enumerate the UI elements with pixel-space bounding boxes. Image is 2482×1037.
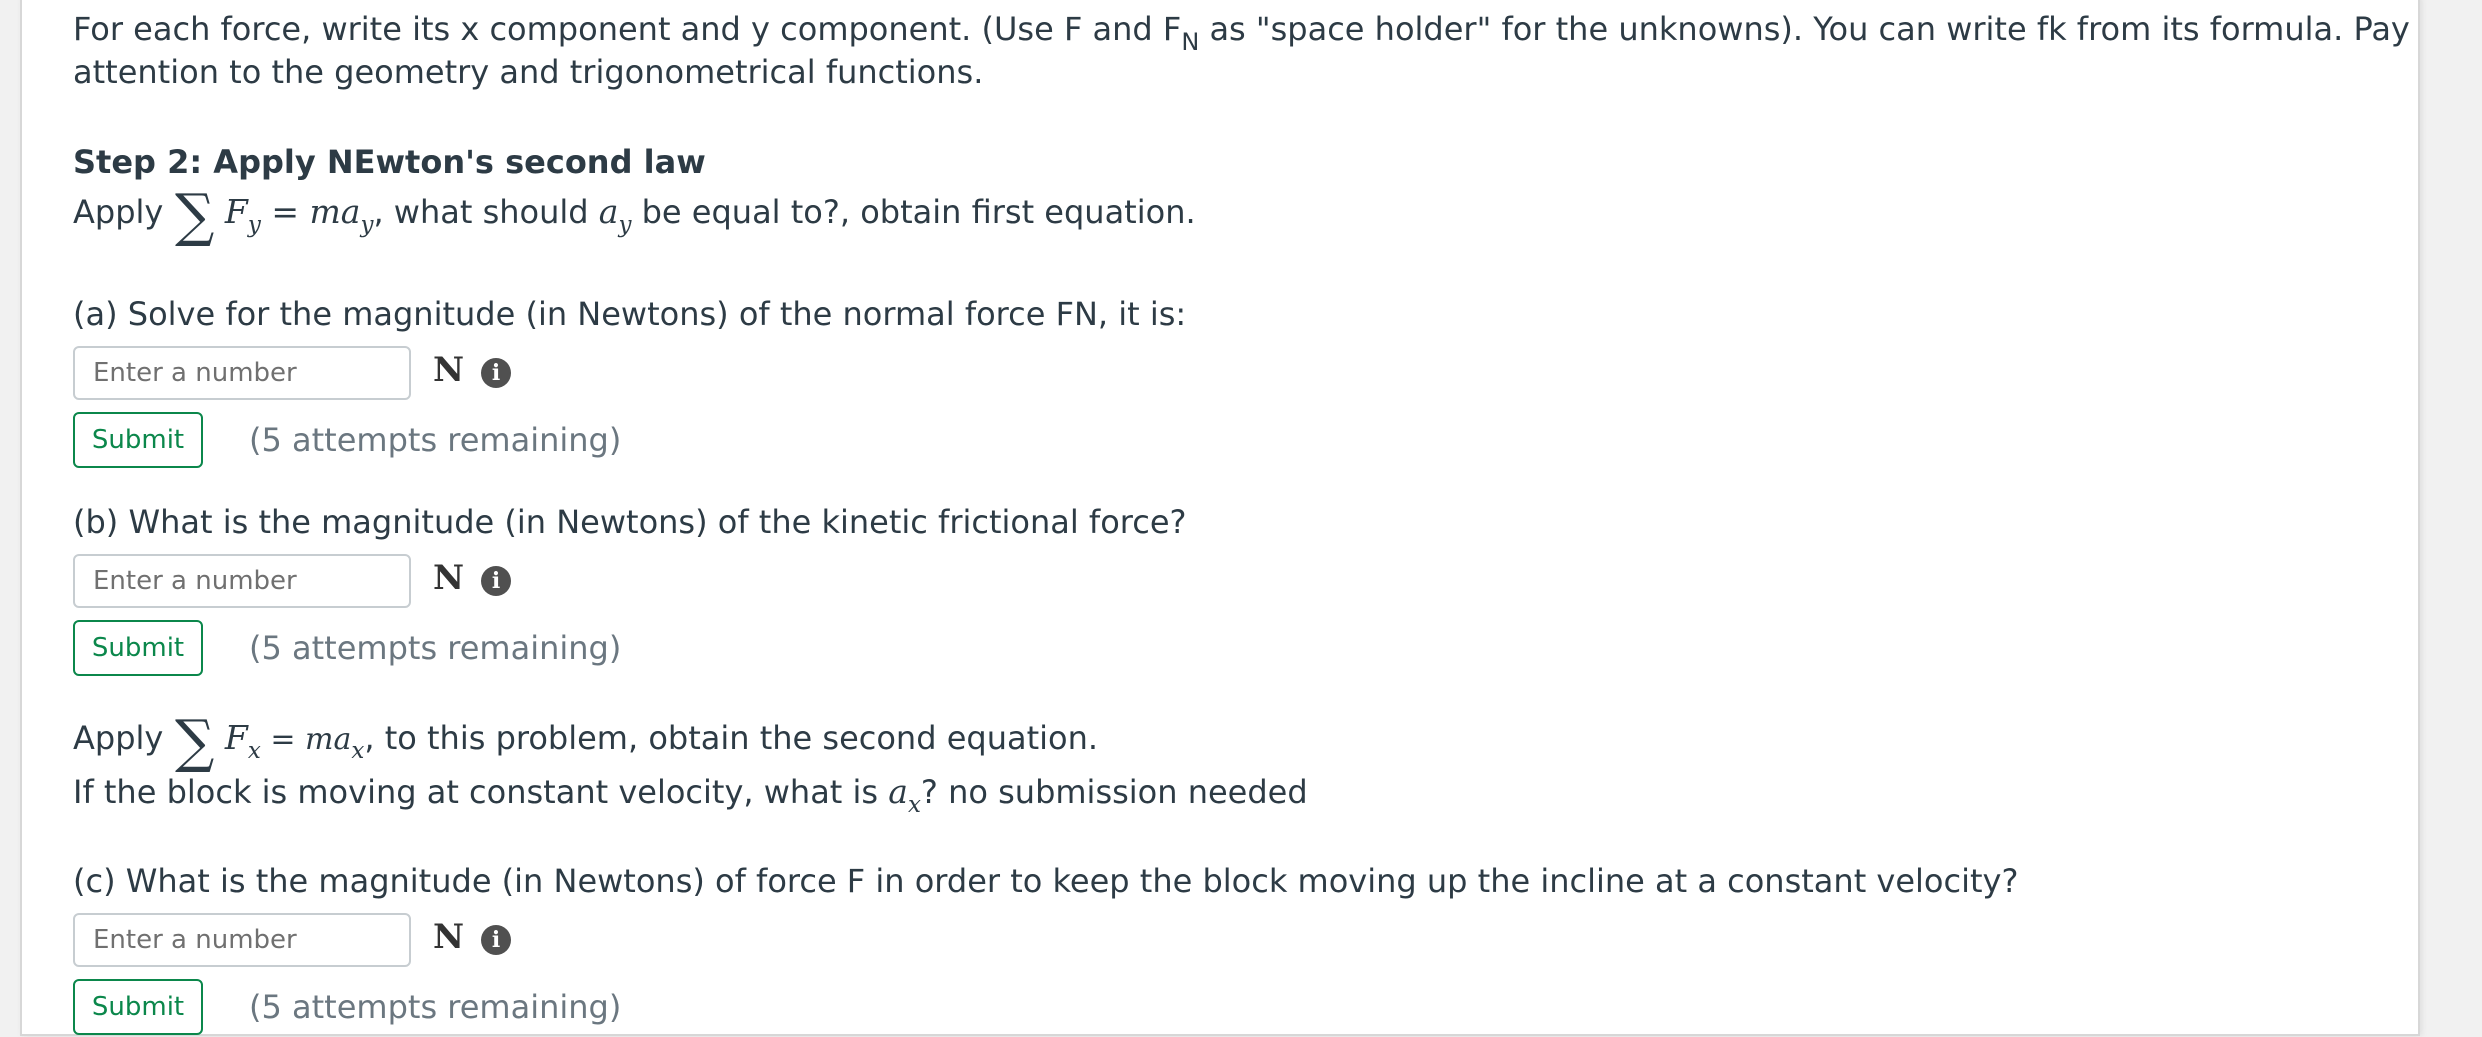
- part-b-answer-row: N i: [73, 554, 773, 612]
- apply-word: Apply: [73, 193, 164, 231]
- part-c-submit-button[interactable]: Submit: [73, 979, 203, 1035]
- question-card: For each force, write its x component an…: [20, 0, 2420, 1036]
- part-a-attempts: (5 attempts remaining): [249, 421, 622, 459]
- constant-velocity-text: If the block is moving at constant veloc…: [73, 773, 889, 811]
- x-equation-tail: , to this problem, obtain the second equ…: [364, 719, 1099, 757]
- intro-text-a: For each force, write its x component an…: [73, 10, 1182, 48]
- part-b-answer-input[interactable]: [73, 554, 411, 608]
- part-b-attempts: (5 attempts remaining): [249, 629, 622, 667]
- info-icon[interactable]: i: [481, 566, 511, 596]
- part-b-submit-row: Submit (5 attempts remaining): [73, 620, 773, 678]
- x-equation-line: Apply ∑ Fx = max, to this problem, obtain…: [73, 707, 1099, 775]
- no-submission-text: ? no submission needed: [920, 773, 1308, 811]
- part-c-unit: N: [433, 917, 465, 957]
- part-a-question: (a) Solve for the magnitude (in Newtons)…: [73, 295, 1187, 333]
- part-a-answer-input[interactable]: [73, 346, 411, 400]
- part-c-answer-input[interactable]: [73, 913, 411, 967]
- part-c-submit-row: Submit (5 attempts remaining): [73, 979, 773, 1037]
- part-a-answer-row: N i: [73, 346, 773, 404]
- info-icon[interactable]: i: [481, 925, 511, 955]
- part-a-unit: N: [433, 350, 465, 390]
- part-c-attempts: (5 attempts remaining): [249, 988, 622, 1026]
- apply-word: Apply: [73, 719, 164, 757]
- step2-text-tail: be equal to?, obtain first equation.: [631, 193, 1196, 231]
- step2-text-mid: , what should: [373, 193, 599, 231]
- intro-subscript: N: [1181, 28, 1200, 56]
- variable-ay: ay: [598, 192, 632, 238]
- equation-x: Fx = max: [224, 718, 365, 764]
- part-c-answer-row: N i: [73, 913, 773, 971]
- intro-line-2: attention to the geometry and trigonomet…: [73, 53, 984, 91]
- part-b-question: (b) What is the magnitude (in Newtons) o…: [73, 503, 1187, 541]
- part-c-question: (c) What is the magnitude (in Newtons) o…: [73, 862, 2019, 900]
- variable-ax: ax: [888, 772, 921, 818]
- intro-text-b: as "space holder" for the unknowns). You…: [1199, 10, 2410, 48]
- equation-y: Fy = may: [224, 192, 374, 238]
- part-b-submit-button[interactable]: Submit: [73, 620, 203, 676]
- step2-heading: Step 2: Apply NEwton's second law: [73, 143, 706, 181]
- part-b-unit: N: [433, 558, 465, 598]
- info-icon[interactable]: i: [481, 358, 511, 388]
- part-a-submit-row: Submit (5 attempts remaining): [73, 412, 773, 470]
- step2-apply-line: Apply ∑ Fy = may, what should ay be equal…: [73, 181, 1196, 249]
- part-a-submit-button[interactable]: Submit: [73, 412, 203, 468]
- constant-velocity-line: If the block is moving at constant veloc…: [73, 770, 1308, 818]
